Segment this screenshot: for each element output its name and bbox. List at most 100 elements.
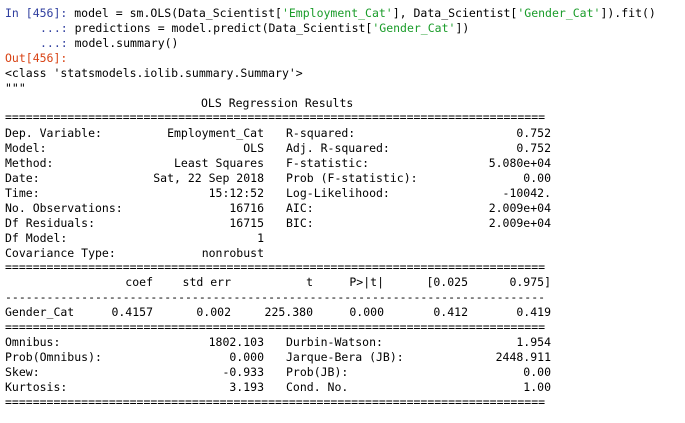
model-info-value: OLS <box>243 141 264 155</box>
model-info-stat-value: 0.752 <box>516 141 551 155</box>
header-coef: coef <box>125 275 153 289</box>
diagnostic-stat-value: 2448.911 <box>495 350 551 364</box>
coef-row: Gender_Cat 0.4157 0.002 225.380 0.000 0.… <box>5 305 551 320</box>
output-class-line: <class 'statsmodels.iolib.summary.Summar… <box>5 66 303 80</box>
diagnostic-value: -0.933 <box>222 365 264 379</box>
model-info-stat-value: 2.009e+04 <box>488 216 551 230</box>
input-cell-line-2[interactable]: ...: predictions = model.predict(Data_Sc… <box>40 21 469 36</box>
model-info-label: Df Residuals: <box>5 216 96 230</box>
model-info-label: Model: <box>5 141 47 155</box>
header-ci-lower: [0.025 <box>426 275 468 289</box>
model-info-stat-value: 0.00 <box>523 171 551 185</box>
diagnostic-stat-label: Jarque-Bera (JB): <box>286 350 404 364</box>
model-info-stat-label: R-squared: <box>286 126 356 140</box>
diagnostic-row: Skew: -0.933 Prob(JB): 0.00 <box>5 365 551 380</box>
model-info-label: Date: <box>5 171 40 185</box>
coef-variable-name: Gender_Cat <box>5 305 75 319</box>
separator-dashes: ----------------------------------------… <box>5 293 546 301</box>
continuation-prompt: ...: <box>40 36 68 50</box>
ci-upper-value: 0.419 <box>516 305 551 319</box>
input-cell-line-3[interactable]: ...: model.summary() <box>40 36 178 51</box>
code-text: ]) <box>455 21 470 35</box>
input-prompt-label: In [456]: <box>5 6 68 20</box>
diagnostic-label: Skew: <box>5 365 40 379</box>
header-pvalue: P>|t| <box>349 275 384 289</box>
separator-equals: ========================================… <box>5 398 546 406</box>
model-info-label: Covariance Type: <box>5 246 116 260</box>
model-info-value: Least Squares <box>173 156 264 170</box>
model-info-value: 1 <box>257 231 264 245</box>
code-string: 'Employment_Cat' <box>281 6 393 20</box>
header-t: t <box>306 275 313 289</box>
model-info-label: Dep. Variable: <box>5 126 102 140</box>
diagnostic-row: Omnibus: 1802.103 Durbin-Watson: 1.954 <box>5 335 551 350</box>
code-string: 'Gender_Cat' <box>372 21 456 35</box>
input-cell-line-1[interactable]: In [456]: model = sm.OLS(Data_Scientist[… <box>5 6 656 21</box>
separator-equals: ========================================… <box>5 113 546 121</box>
model-info-row: Df Model: 1 <box>5 231 551 246</box>
model-info-value: 16715 <box>229 216 264 230</box>
model-info-value: Employment_Cat <box>167 126 264 140</box>
model-info-label: Method: <box>5 156 54 170</box>
code-text: model = sm.OLS(Data_Scientist[ <box>67 6 282 20</box>
model-info-stat-label: BIC: <box>286 216 314 230</box>
diagnostic-value: 1802.103 <box>208 335 264 349</box>
model-info-value: nonrobust <box>201 246 264 260</box>
model-info-row: Date: Sat, 22 Sep 2018 Prob (F-statistic):… <box>5 171 551 186</box>
diagnostic-stat-value: 0.00 <box>523 365 551 379</box>
code-text: model.summary() <box>67 36 179 50</box>
separator-equals: ========================================… <box>5 263 546 271</box>
model-info-stat-label: Log-Likelihood: <box>286 186 390 200</box>
code-string: 'Gender_Cat' <box>517 6 601 20</box>
model-info-stat-value: 2.009e+04 <box>488 201 551 215</box>
diagnostic-stat-value: 1.00 <box>523 380 551 394</box>
continuation-prompt: ...: <box>40 21 68 35</box>
diagnostic-value: 3.193 <box>229 380 264 394</box>
model-info-value: 15:12:52 <box>208 186 264 200</box>
coef-header-row: coef std err t P>|t| [0.025 0.975] <box>5 275 551 290</box>
model-info-stat-value: 5.080e+04 <box>488 156 551 170</box>
diagnostic-label: Omnibus: <box>5 335 61 349</box>
separator-equals: ========================================… <box>5 323 546 331</box>
model-info-stat-label: F-statistic: <box>286 156 370 170</box>
model-info-row: No. Observations: 16716 AIC: 2.009e+04 <box>5 201 551 216</box>
diagnostic-stat-label: Prob(JB): <box>286 365 349 379</box>
model-info-row: Time: 15:12:52 Log-Likelihood: -10042. <box>5 186 551 201</box>
std-err-value: 0.002 <box>196 305 231 319</box>
model-info-label: Df Model: <box>5 231 68 245</box>
coef-value: 0.4157 <box>111 305 153 319</box>
diagnostic-stat-label: Cond. No. <box>286 380 349 394</box>
model-info-row: Model: OLS Adj. R-squared: 0.752 <box>5 141 551 156</box>
diagnostic-label: Kurtosis: <box>5 380 68 394</box>
model-info-label: Time: <box>5 186 40 200</box>
model-info-value: 16716 <box>229 201 264 215</box>
model-info-stat-label: AIC: <box>286 201 314 215</box>
code-text: ]).fit() <box>600 6 656 20</box>
model-info-stat-label: Adj. R-squared: <box>286 141 390 155</box>
model-info-stat-label: Prob (F-statistic): <box>286 171 418 185</box>
model-info-value: Sat, 22 Sep 2018 <box>153 171 264 185</box>
diagnostic-stat-value: 1.954 <box>516 335 551 349</box>
code-text: predictions = model.predict(Data_Scienti… <box>67 21 373 35</box>
ci-lower-value: 0.412 <box>433 305 468 319</box>
diagnostic-value: 0.000 <box>229 350 264 364</box>
model-info-label: No. Observations: <box>5 201 123 215</box>
summary-title: OLS Regression Results <box>201 96 354 110</box>
output-quotes: """ <box>5 81 26 95</box>
model-info-row: Covariance Type: nonrobust <box>5 246 551 261</box>
header-std-err: std err <box>182 275 231 289</box>
diagnostic-row: Prob(Omnibus): 0.000 Jarque-Bera (JB): 2448… <box>5 350 551 365</box>
diagnostic-row: Kurtosis: 3.193 Cond. No. 1.00 <box>5 380 551 395</box>
model-info-row: Df Residuals: 16715 BIC: 2.009e+04 <box>5 216 551 231</box>
output-prompt-label: Out[456]: <box>5 51 68 65</box>
p-value: 0.000 <box>349 305 384 319</box>
model-info-row: Method: Least Squares F-statistic: 5.080e+0… <box>5 156 551 171</box>
diagnostic-stat-label: Durbin-Watson: <box>286 335 383 349</box>
t-value: 225.380 <box>264 305 313 319</box>
code-text: ], Data_Scientist[ <box>392 6 518 20</box>
model-info-row: Dep. Variable: Employment_Cat R-squared: 0.… <box>5 126 551 141</box>
model-info-stat-value: 0.752 <box>516 126 551 140</box>
header-ci-upper: 0.975] <box>509 275 551 289</box>
model-info-stat-value: -10042. <box>502 186 551 200</box>
diagnostic-label: Prob(Omnibus): <box>5 350 102 364</box>
